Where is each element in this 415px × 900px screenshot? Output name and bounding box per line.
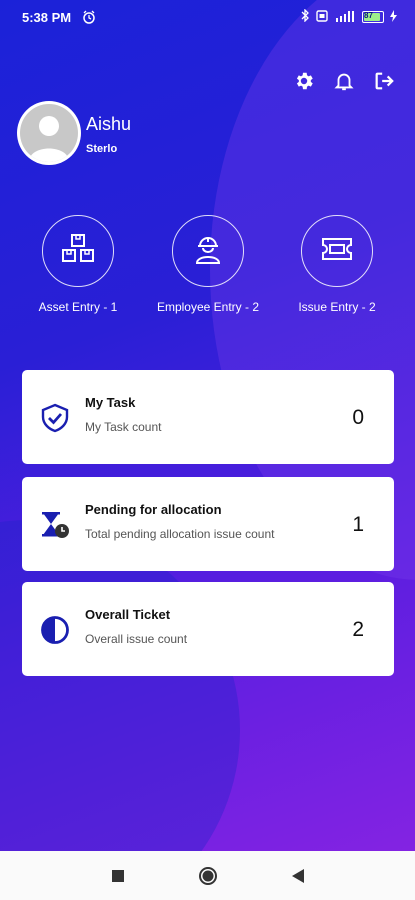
sim-icon xyxy=(316,9,328,25)
card-count: 0 xyxy=(352,406,364,429)
bell-icon[interactable] xyxy=(333,70,355,92)
battery-icon: 87 xyxy=(362,11,384,23)
background-shape xyxy=(0,520,240,900)
signal-icon xyxy=(334,10,356,25)
asset-entry-label: Asset Entry - 1 xyxy=(38,300,118,314)
logout-icon[interactable] xyxy=(373,70,395,92)
card-count: 2 xyxy=(352,618,364,641)
pending-allocation-card[interactable]: Pending for allocation Total pending all… xyxy=(22,477,394,571)
card-title: Pending for allocation xyxy=(85,502,222,517)
hourglass-clock-icon xyxy=(40,510,70,540)
issue-entry-label: Issue Entry - 2 xyxy=(298,300,376,314)
status-bar: 5:38 PM 87 xyxy=(0,0,415,34)
card-subtitle: Overall issue count xyxy=(85,632,188,646)
gear-icon[interactable] xyxy=(293,70,315,92)
card-subtitle: My Task count xyxy=(85,420,162,434)
status-time: 5:38 PM xyxy=(22,10,72,25)
employee-entry-label: Employee Entry - 2 xyxy=(156,300,260,314)
issue-entry-button[interactable]: Issue Entry - 2 xyxy=(272,215,402,314)
system-nav-bar xyxy=(0,851,415,900)
recents-icon[interactable] xyxy=(108,866,128,886)
header-actions xyxy=(293,70,395,92)
boxes-icon xyxy=(60,233,96,270)
dashboard-screen: 5:38 PM 87 Aishu Sterlo Asset Entry - 1 … xyxy=(0,0,415,900)
my-task-card[interactable]: My Task My Task count 0 xyxy=(22,370,394,464)
card-title: My Task xyxy=(85,395,136,410)
bluetooth-icon xyxy=(301,8,310,25)
employee-entry-circle[interactable] xyxy=(172,215,244,287)
home-icon[interactable] xyxy=(198,866,218,886)
user-name: Aishu xyxy=(86,114,132,134)
issue-entry-circle[interactable] xyxy=(301,215,373,287)
user-company: Sterlo xyxy=(86,143,118,155)
ticket-icon xyxy=(320,236,354,267)
asset-entry-circle[interactable] xyxy=(42,215,114,287)
avatar-placeholder-icon xyxy=(20,104,78,162)
half-circle-icon xyxy=(40,615,70,645)
shield-check-icon xyxy=(40,403,70,433)
battery-level: 87 xyxy=(364,11,373,20)
worker-icon xyxy=(192,233,224,270)
asset-entry-button[interactable]: Asset Entry - 1 xyxy=(13,215,143,314)
card-subtitle: Total pending allocation issue count xyxy=(85,527,275,541)
avatar[interactable] xyxy=(17,101,81,165)
back-icon[interactable] xyxy=(288,866,308,886)
card-count: 1 xyxy=(352,513,364,536)
employee-entry-button[interactable]: Employee Entry - 2 xyxy=(143,215,273,314)
charging-icon xyxy=(390,9,397,25)
card-title: Overall Ticket xyxy=(85,607,171,622)
overall-ticket-card[interactable]: Overall Ticket Overall issue count 2 xyxy=(22,582,394,676)
alarm-icon xyxy=(82,10,96,27)
